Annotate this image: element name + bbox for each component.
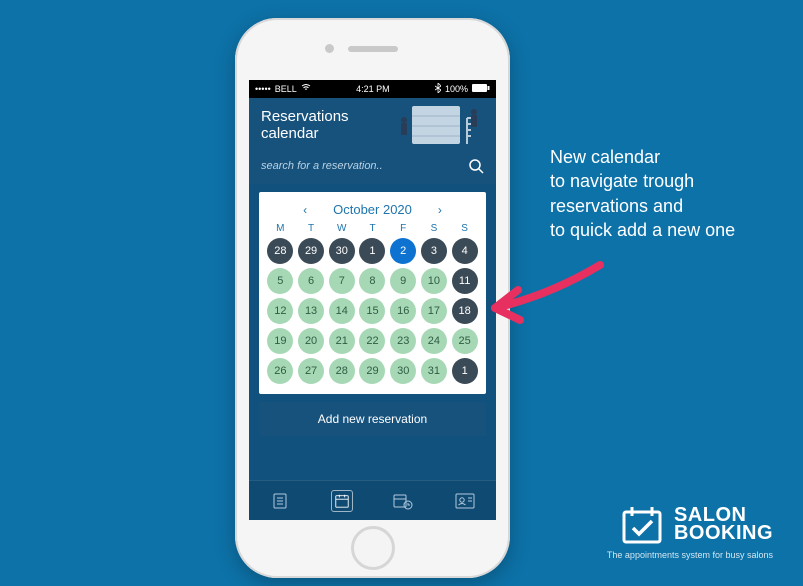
calendar-week-row: 567891011 [267, 268, 478, 294]
annotation-text: New calendar to navigate trough reservat… [550, 145, 800, 242]
calendar-day[interactable]: 6 [298, 268, 324, 294]
header-illustration [382, 100, 492, 150]
calendar-day[interactable]: 18 [452, 298, 478, 324]
calendar-day[interactable]: 17 [421, 298, 447, 324]
carrier-label: BELL [275, 84, 297, 94]
calendar-day[interactable]: 5 [267, 268, 293, 294]
dow-label: T [298, 223, 325, 234]
day-of-week-header: MTWTFSS [267, 223, 478, 234]
calendar-card: ‹ October 2020 › MTWTFSS 282930123456789… [259, 192, 486, 394]
title-line-1: Reservations [261, 108, 349, 125]
calendar-day[interactable]: 19 [267, 328, 293, 354]
calendar-day[interactable]: 22 [359, 328, 385, 354]
clock-label: 4:21 PM [356, 84, 390, 94]
tab-calendar-icon[interactable] [331, 490, 353, 512]
calendar-day[interactable]: 13 [298, 298, 324, 324]
tab-list-icon[interactable] [269, 490, 291, 512]
calendar-week-row: 12131415161718 [267, 298, 478, 324]
search-row [249, 152, 496, 184]
app-screen: ••••• BELL 4:21 PM 100% Reservations [249, 80, 496, 520]
next-month-button[interactable]: › [438, 203, 442, 217]
dow-label: M [267, 223, 294, 234]
phone-camera [325, 44, 334, 53]
calendar-day[interactable]: 7 [329, 268, 355, 294]
calendar-day[interactable]: 10 [421, 268, 447, 294]
tab-contacts-icon[interactable] [454, 490, 476, 512]
brand-name: SALON BOOKING [674, 506, 773, 542]
home-button[interactable] [351, 526, 395, 570]
calendar-day[interactable]: 12 [267, 298, 293, 324]
calendar-nav: ‹ October 2020 › [267, 200, 478, 223]
calendar-day[interactable]: 4 [452, 238, 478, 264]
calendar-week-row: 19202122232425 [267, 328, 478, 354]
prev-month-button[interactable]: ‹ [303, 203, 307, 217]
calendar-week-row: 2829301234 [267, 238, 478, 264]
bluetooth-icon [435, 83, 441, 95]
calendar-day[interactable]: 14 [329, 298, 355, 324]
title-line-2: calendar [261, 125, 319, 142]
search-icon[interactable] [468, 158, 484, 174]
calendar-day[interactable]: 31 [421, 358, 447, 384]
phone-frame: ••••• BELL 4:21 PM 100% Reservations [235, 18, 510, 578]
battery-label: 100% [445, 84, 468, 94]
dow-label: F [390, 223, 417, 234]
calendar-day[interactable]: 30 [329, 238, 355, 264]
calendar-day[interactable]: 23 [390, 328, 416, 354]
calendar-day[interactable]: 2 [390, 238, 416, 264]
month-label: October 2020 [333, 202, 412, 217]
wifi-icon [301, 84, 311, 94]
calendar-day[interactable]: 30 [390, 358, 416, 384]
brand-logo-icon [620, 502, 664, 546]
calendar-day[interactable]: 29 [298, 238, 324, 264]
status-bar: ••••• BELL 4:21 PM 100% [249, 80, 496, 98]
bottom-tab-bar [249, 480, 496, 520]
annotation-line-3: reservations and [550, 196, 683, 216]
calendar-day[interactable]: 27 [298, 358, 324, 384]
phone-speaker [348, 46, 398, 52]
annotation-line-4: to quick add a new one [550, 220, 735, 240]
calendar-day[interactable]: 21 [329, 328, 355, 354]
tab-schedule-icon[interactable] [392, 490, 414, 512]
calendar-day[interactable]: 26 [267, 358, 293, 384]
calendar-day[interactable]: 8 [359, 268, 385, 294]
brand-block: SALON BOOKING [620, 502, 773, 546]
calendar-day[interactable]: 1 [452, 358, 478, 384]
brand-word-2: BOOKING [674, 524, 773, 542]
calendar-day[interactable]: 16 [390, 298, 416, 324]
calendar-day[interactable]: 3 [421, 238, 447, 264]
calendar-day[interactable]: 9 [390, 268, 416, 294]
dow-label: W [328, 223, 355, 234]
dow-label: S [421, 223, 448, 234]
calendar-day[interactable]: 20 [298, 328, 324, 354]
search-input[interactable] [261, 160, 460, 172]
add-reservation-button[interactable]: Add new reservation [259, 402, 486, 436]
calendar-day[interactable]: 29 [359, 358, 385, 384]
calendar-day[interactable]: 11 [452, 268, 478, 294]
dow-label: T [359, 223, 386, 234]
calendar-day[interactable]: 25 [452, 328, 478, 354]
calendar-day[interactable]: 1 [359, 238, 385, 264]
app-header: Reservations calendar [249, 98, 496, 152]
calendar-day[interactable]: 24 [421, 328, 447, 354]
dow-label: S [451, 223, 478, 234]
calendar-day[interactable]: 28 [267, 238, 293, 264]
annotation-line-2: to navigate trough [550, 171, 694, 191]
calendar-day[interactable]: 28 [329, 358, 355, 384]
signal-dots-icon: ••••• [255, 84, 271, 94]
annotation-line-1: New calendar [550, 147, 660, 167]
calendar-week-row: 2627282930311 [267, 358, 478, 384]
calendar-day[interactable]: 15 [359, 298, 385, 324]
brand-tagline: The appointments system for busy salons [607, 550, 773, 560]
battery-icon [472, 84, 490, 94]
